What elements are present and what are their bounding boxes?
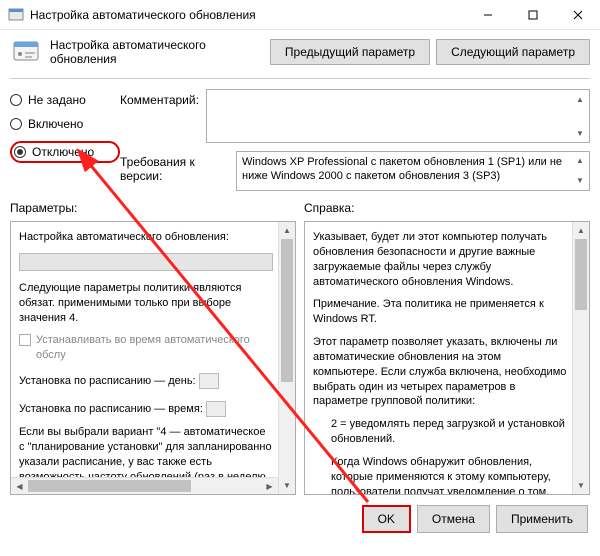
help-p3: Этот параметр позволяет указать, включен…: [313, 335, 567, 409]
radio-not-configured[interactable]: Не задано: [10, 93, 120, 107]
help-vscrollbar[interactable]: ▲ ▼: [572, 222, 589, 494]
maximize-button[interactable]: [510, 0, 555, 29]
params-heading: Настройка автоматического обновления:: [19, 230, 273, 245]
scroll-right-icon[interactable]: ▶: [261, 478, 278, 494]
requirements-text: Windows XP Professional с пакетом обновл…: [242, 156, 562, 182]
app-icon: [8, 7, 24, 23]
help-p5: Когда Windows обнаружит обновления, кото…: [331, 455, 567, 495]
params-note: Следующие параметры политики являются об…: [19, 281, 273, 326]
parameters-panel: Настройка автоматического обновления: Сл…: [10, 221, 296, 495]
scroll-thumb[interactable]: [28, 480, 191, 492]
comment-label: Комментарий:: [120, 89, 200, 143]
params-vscrollbar[interactable]: ▲ ▼: [278, 222, 295, 494]
parameters-label: Параметры:: [10, 201, 296, 215]
next-setting-button[interactable]: Следующий параметр: [436, 39, 590, 65]
scroll-down-icon[interactable]: ▼: [572, 125, 588, 141]
params-hscrollbar[interactable]: ◀ ▶: [11, 477, 278, 494]
schedule-time-dropdown[interactable]: [206, 401, 226, 417]
minimize-button[interactable]: [465, 0, 510, 29]
scroll-down-icon[interactable]: ▼: [279, 477, 295, 494]
requirements-label: Требования к версии:: [120, 151, 230, 191]
update-mode-dropdown[interactable]: [19, 253, 273, 271]
scroll-thumb[interactable]: [281, 239, 293, 382]
radio-label: Включено: [28, 117, 83, 131]
apply-button[interactable]: Применить: [496, 505, 588, 533]
scroll-down-icon[interactable]: ▼: [573, 477, 589, 494]
cancel-button[interactable]: Отмена: [417, 505, 490, 533]
scroll-up-icon[interactable]: ▲: [279, 222, 295, 239]
radio-disabled[interactable]: Отключено: [14, 145, 112, 159]
policy-icon: [10, 36, 42, 68]
radio-icon: [10, 118, 22, 130]
radio-icon: [14, 146, 26, 158]
scroll-down-icon[interactable]: ▼: [572, 173, 588, 189]
divider: [10, 78, 590, 79]
policy-title: Настройка автоматического обновления: [50, 38, 262, 66]
radio-enabled[interactable]: Включено: [10, 117, 120, 131]
help-p1: Указывает, будет ли этот компьютер получ…: [313, 230, 567, 289]
schedule-day-dropdown[interactable]: [199, 373, 219, 389]
help-p2: Примечание. Эта политика не применяется …: [313, 297, 567, 327]
radio-label: Отключено: [32, 145, 94, 159]
requirements-box: Windows XP Professional с пакетом обновл…: [236, 151, 590, 191]
help-p4: 2 = уведомлять перед загрузкой и установ…: [331, 417, 567, 447]
help-panel: Указывает, будет ли этот компьютер получ…: [304, 221, 590, 495]
scroll-up-icon[interactable]: ▲: [572, 91, 588, 107]
comment-textarea[interactable]: ▲ ▼: [206, 89, 590, 143]
scroll-thumb[interactable]: [575, 239, 587, 310]
ok-button[interactable]: OK: [362, 505, 411, 533]
radio-icon: [10, 94, 22, 106]
window-title: Настройка автоматического обновления: [30, 8, 465, 22]
maintenance-checkbox-label: Устанавливать во время автоматического о…: [36, 333, 273, 363]
radio-label: Не задано: [28, 93, 86, 107]
maintenance-checkbox[interactable]: [19, 334, 31, 346]
schedule-time-label: Установка по расписанию — время:: [19, 403, 203, 415]
help-label: Справка:: [304, 201, 590, 215]
close-button[interactable]: [555, 0, 600, 29]
scroll-up-icon[interactable]: ▲: [572, 153, 588, 169]
scroll-up-icon[interactable]: ▲: [573, 222, 589, 239]
schedule-day-label: Установка по расписанию — день:: [19, 375, 196, 387]
previous-setting-button[interactable]: Предыдущий параметр: [270, 39, 430, 65]
scroll-left-icon[interactable]: ◀: [11, 478, 28, 494]
